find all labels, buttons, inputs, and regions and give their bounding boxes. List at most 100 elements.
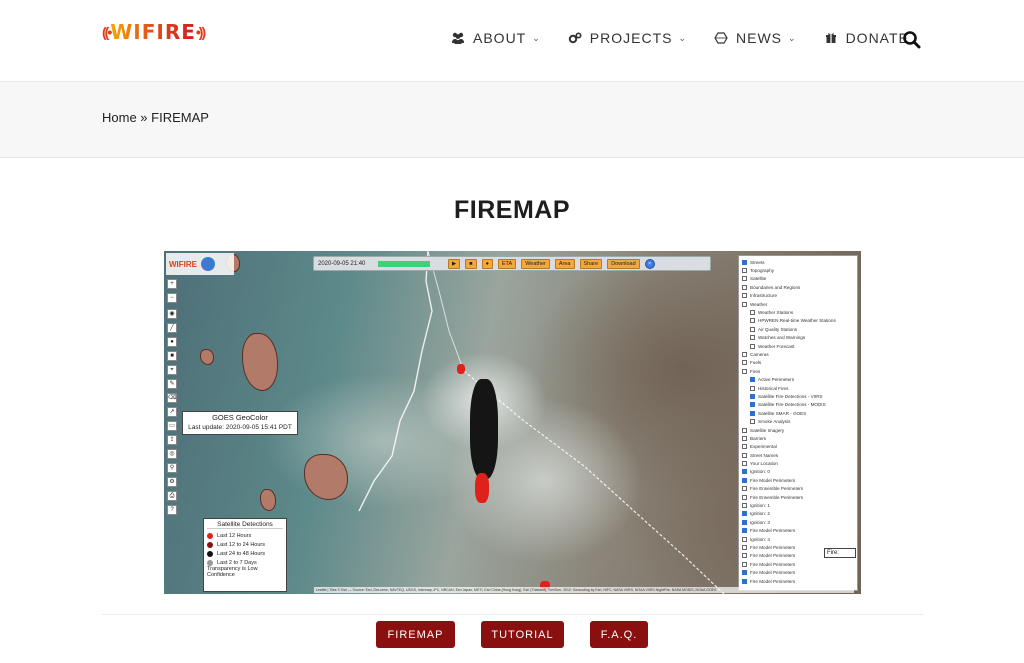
layer-checkbox[interactable] <box>742 570 747 576</box>
layer-checkbox[interactable] <box>750 318 755 324</box>
layer-checkbox[interactable] <box>750 377 755 383</box>
layer-item[interactable]: Your Location <box>742 459 854 467</box>
layer-item[interactable]: Fuels <box>742 359 854 367</box>
layer-item[interactable]: Fire Ensemble Perimeters <box>742 493 854 501</box>
layer-item[interactable]: Active Perimeters <box>742 375 854 383</box>
layer-checkbox[interactable] <box>742 561 747 567</box>
upload-tool-icon[interactable]: ⇪ <box>167 435 177 445</box>
layer-item[interactable]: Weather Forecast <box>742 342 854 350</box>
layer-checkbox[interactable] <box>742 360 747 366</box>
layer-checkbox[interactable] <box>742 469 747 475</box>
layer-item[interactable]: Satellite <box>742 275 854 283</box>
share-button[interactable]: Share <box>579 258 603 269</box>
layer-checkbox[interactable] <box>742 477 747 483</box>
layer-item[interactable]: HPWREN Real-time Weather Stations <box>742 317 854 325</box>
area-button[interactable]: Area <box>554 258 575 269</box>
layer-item[interactable]: Historical Fires <box>742 384 854 392</box>
layer-item[interactable]: Cameras <box>742 350 854 358</box>
firemap-map[interactable]: WIFIRE 2020-09-05 21:40 ▶ ■ ● ETA Weathe… <box>164 251 861 594</box>
layer-checkbox[interactable] <box>742 351 747 357</box>
firemap-button[interactable]: FIREMAP <box>376 621 455 648</box>
layer-item[interactable]: Fire Ensemble Perimeters <box>742 485 854 493</box>
layer-checkbox[interactable] <box>742 486 747 492</box>
layer-item[interactable]: Air Quality Stations <box>742 325 854 333</box>
print-tool-icon[interactable]: ⎙ <box>167 491 177 501</box>
nav-projects[interactable]: PROJECTS ⌄ <box>567 30 687 46</box>
layer-checkbox[interactable] <box>750 335 755 341</box>
layer-item[interactable]: Smoke Analysis <box>742 417 854 425</box>
layer-checkbox[interactable] <box>742 528 747 534</box>
layer-item[interactable]: Barriers <box>742 434 854 442</box>
layer-checkbox[interactable] <box>742 553 747 559</box>
layer-checkbox[interactable] <box>742 578 747 584</box>
layer-checkbox[interactable] <box>750 385 755 391</box>
layer-checkbox[interactable] <box>742 494 747 500</box>
layer-item[interactable]: Watches and Warnings <box>742 334 854 342</box>
layer-item[interactable]: Ignition: 2 <box>742 510 854 518</box>
help-tool-icon[interactable]: ? <box>167 505 177 515</box>
layer-item[interactable]: Satellite SMAR - GOES <box>742 409 854 417</box>
layer-checkbox[interactable] <box>750 326 755 332</box>
layer-checkbox[interactable] <box>742 293 747 299</box>
draw-area-tool-icon[interactable]: ■ <box>167 351 177 361</box>
draw-line-tool-icon[interactable]: ╱ <box>167 323 177 333</box>
layer-item[interactable]: Infrastructure <box>742 292 854 300</box>
layer-checkbox[interactable] <box>742 461 747 467</box>
record-button[interactable]: ● <box>481 258 493 269</box>
close-icon[interactable]: × <box>644 258 655 269</box>
layer-item[interactable]: Ignition: 1 <box>742 501 854 509</box>
layer-checkbox[interactable] <box>742 452 747 458</box>
nav-about[interactable]: ABOUT ⌄ <box>450 30 541 46</box>
zoom-out-button[interactable]: − <box>167 293 177 303</box>
layer-checkbox[interactable] <box>742 259 747 265</box>
layer-item[interactable]: Boundaries and Regions <box>742 283 854 291</box>
layer-checkbox[interactable] <box>742 503 747 509</box>
layer-checkbox[interactable] <box>742 536 747 542</box>
layers-tool-icon[interactable]: ◉ <box>167 309 177 319</box>
layer-item[interactable]: Fire Model Perimeters <box>742 568 854 576</box>
faq-button[interactable]: F.A.Q. <box>590 621 648 648</box>
layer-item[interactable]: Ignition: 0 <box>742 468 854 476</box>
layer-checkbox[interactable] <box>742 427 747 433</box>
settings-tool-icon[interactable]: ⚙ <box>167 477 177 487</box>
layer-checkbox[interactable] <box>750 402 755 408</box>
search-tool-icon[interactable]: ⚲ <box>167 463 177 473</box>
breadcrumb-home-link[interactable]: Home <box>102 110 137 125</box>
layer-item[interactable]: Fire Model Perimeters <box>742 560 854 568</box>
layer-item[interactable]: Satellite Fire Detections - MODIS <box>742 401 854 409</box>
layer-checkbox[interactable] <box>750 343 755 349</box>
locate-tool-icon[interactable]: ◎ <box>167 449 177 459</box>
folder-tool-icon[interactable]: ▭ <box>167 421 177 431</box>
nav-donate[interactable]: DONATE <box>823 30 909 46</box>
layer-item[interactable]: Ignition: 4 <box>742 535 854 543</box>
tutorial-button[interactable]: TUTORIAL <box>481 621 564 648</box>
delete-tool-icon[interactable]: ⌫ <box>167 393 177 403</box>
layer-checkbox[interactable] <box>742 301 747 307</box>
layer-item[interactable]: Experimental <box>742 443 854 451</box>
timeline-progress[interactable] <box>378 260 430 267</box>
measure-tool-icon[interactable]: ↗ <box>167 407 177 417</box>
layer-checkbox[interactable] <box>750 419 755 425</box>
zoom-in-button[interactable]: + <box>167 279 177 289</box>
layer-checkbox[interactable] <box>742 268 747 274</box>
layer-item[interactable]: Fires <box>742 367 854 375</box>
layer-item[interactable]: Ignition: 3 <box>742 518 854 526</box>
layer-checkbox[interactable] <box>750 310 755 316</box>
weather-button[interactable]: Weather <box>521 258 550 269</box>
download-button[interactable]: Download <box>607 258 640 269</box>
layer-checkbox[interactable] <box>750 410 755 416</box>
layer-item[interactable]: Satellite Imagery <box>742 426 854 434</box>
layer-item[interactable]: Topography <box>742 266 854 274</box>
layer-checkbox[interactable] <box>742 444 747 450</box>
layer-checkbox[interactable] <box>750 393 755 399</box>
layer-item[interactable]: Fire Model Perimeters <box>742 476 854 484</box>
layer-checkbox[interactable] <box>742 435 747 441</box>
stop-button[interactable]: ■ <box>465 258 477 269</box>
layer-item[interactable]: Fire Model Perimeters <box>742 577 854 585</box>
edit-tool-icon[interactable]: ✎ <box>167 379 177 389</box>
search-icon[interactable] <box>902 30 922 50</box>
layer-item[interactable]: Streets <box>742 258 854 266</box>
nav-news[interactable]: NEWS ⌄ <box>713 30 797 46</box>
layer-checkbox[interactable] <box>742 368 747 374</box>
eta-button[interactable]: ETA <box>497 258 517 269</box>
